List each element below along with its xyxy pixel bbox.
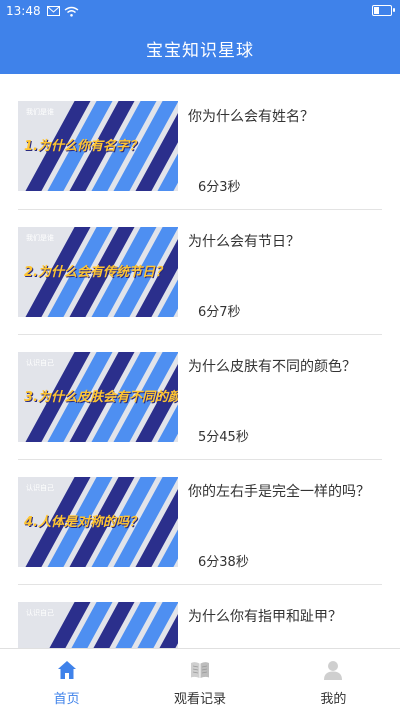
- video-thumbnail[interactable]: 认识自己 4.人体是对称的吗？: [18, 477, 178, 567]
- tab-label: 观看记录: [173, 692, 226, 707]
- tab-label: 首页: [53, 692, 80, 707]
- thumbnail-title: 2.为什么会有传统节日？: [24, 265, 168, 280]
- list-item[interactable]: 认识自己 3.为什么皮肤会有不同的颜色？ 为什么皮肤有不同的颜色？ 5分45秒: [18, 334, 382, 460]
- app-bar: 宝宝知识星球: [0, 22, 400, 74]
- tab-home[interactable]: 首页: [0, 649, 133, 711]
- battery-icon: [372, 5, 395, 16]
- bottom-tab-bar: 首页 观看记录 我的: [0, 648, 400, 711]
- video-thumbnail[interactable]: 我们是谁 1.为什么你有名字？: [18, 101, 178, 191]
- video-thumbnail[interactable]: 认识自己 3.为什么皮肤会有不同的颜色？: [18, 352, 178, 442]
- video-thumbnail[interactable]: 我们是谁 2.为什么会有传统节日？: [18, 227, 178, 317]
- list-item[interactable]: 认识自己 4.人体是对称的吗？ 你的左右手是完全一样的吗？ 6分38秒: [18, 459, 382, 585]
- app-title: 宝宝知识星球: [146, 40, 254, 61]
- home-icon: [57, 661, 76, 679]
- list-item[interactable]: 我们是谁 1.为什么你有名字？ 你为什么会有姓名？ 6分3秒: [18, 84, 382, 210]
- video-duration: 6分7秒: [198, 305, 241, 320]
- video-title[interactable]: 为什么会有节日？: [188, 231, 300, 251]
- mail-icon: [46, 6, 60, 16]
- wifi-icon: [64, 6, 79, 17]
- video-title[interactable]: 你为什么会有姓名？: [188, 106, 314, 126]
- thumbnail-caption: 认识自己: [26, 609, 54, 617]
- tab-label: 我的: [320, 692, 347, 707]
- video-list[interactable]: 我们是谁 1.为什么你有名字？ 你为什么会有姓名？ 6分3秒 我们是谁 2.为什…: [0, 74, 400, 648]
- status-time: 13:48: [6, 4, 41, 18]
- person-icon: [324, 661, 343, 680]
- status-bar: 13:48: [0, 0, 400, 22]
- list-item[interactable]: 我们是谁 2.为什么会有传统节日？ 为什么会有节日？ 6分7秒: [18, 209, 382, 335]
- thumbnail-title: 3.为什么皮肤会有不同的颜色？: [24, 390, 178, 405]
- video-thumbnail[interactable]: 认识自己: [18, 602, 178, 648]
- video-duration: 6分3秒: [198, 180, 241, 195]
- video-title[interactable]: 你的左右手是完全一样的吗？: [188, 481, 370, 501]
- video-title[interactable]: 为什么你有指甲和趾甲？: [188, 606, 342, 626]
- list-item[interactable]: 认识自己 为什么你有指甲和趾甲？: [18, 584, 382, 648]
- thumbnail-caption: 我们是谁: [26, 108, 54, 116]
- thumbnail-title: 1.为什么你有名字？: [24, 139, 142, 154]
- thumbnail-caption: 认识自己: [26, 484, 54, 492]
- tab-history[interactable]: 观看记录: [133, 649, 266, 711]
- thumbnail-title: 4.人体是对称的吗？: [24, 515, 142, 530]
- status-icons: [46, 6, 79, 17]
- thumbnail-caption: 认识自己: [26, 359, 54, 367]
- book-icon: [190, 662, 209, 678]
- tab-profile[interactable]: 我的: [267, 649, 400, 711]
- video-duration: 5分45秒: [198, 430, 249, 445]
- video-duration: 6分38秒: [198, 555, 249, 570]
- thumbnail-caption: 我们是谁: [26, 234, 54, 242]
- video-title[interactable]: 为什么皮肤有不同的颜色？: [188, 356, 356, 376]
